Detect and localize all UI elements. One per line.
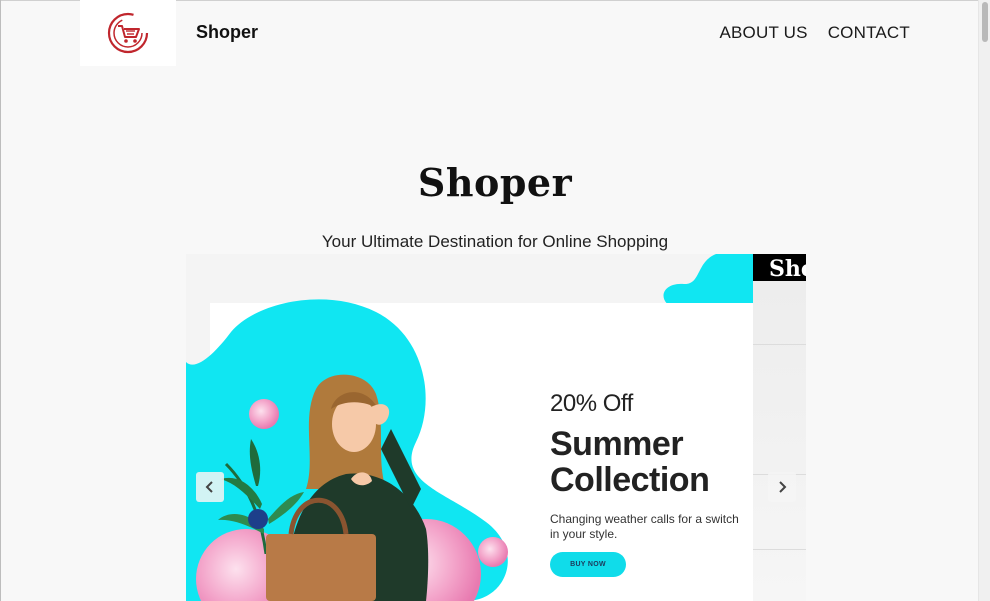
logo-link[interactable] [80, 0, 176, 66]
navbar: Shoper ABOUT US CONTACT [80, 0, 920, 66]
scrollbar-thumb[interactable] [982, 2, 988, 42]
chevron-right-icon [779, 481, 787, 493]
chevron-left-icon [205, 481, 213, 493]
window-left-border [0, 0, 1, 601]
nav-contact[interactable]: CONTACT [828, 23, 910, 43]
shopping-cart-logo-icon [107, 12, 149, 54]
promo-carousel[interactable]: 20% Off Summer Collection Changing weath… [186, 254, 806, 601]
promo-headline-line1: Summer [550, 425, 684, 463]
buy-now-button[interactable]: BUY NOW [550, 552, 626, 577]
promo-headline-line2: Collection [550, 461, 710, 499]
hero-title: Shoper [417, 160, 573, 205]
decorative-blob-top [663, 254, 753, 309]
promo-discount: 20% Off [550, 390, 633, 417]
nav-about-us[interactable]: ABOUT US [719, 23, 807, 43]
page-scrollbar[interactable] [978, 0, 990, 601]
carousel-prev-button[interactable] [196, 472, 224, 502]
promo-tagline: Changing weather calls for a switch in y… [550, 512, 739, 541]
next-slide-banner: She [753, 254, 806, 281]
hero-subtitle: Your Ultimate Destination for Online Sho… [321, 232, 669, 251]
brand-name[interactable]: Shoper [196, 22, 258, 43]
promo-headline: Summer Collection [550, 426, 750, 498]
carousel-slide-summer-collection[interactable]: 20% Off Summer Collection Changing weath… [186, 254, 753, 601]
promo-text: 20% Off Summer Collection Changing weath… [550, 390, 750, 542]
carousel-next-button[interactable] [768, 472, 796, 502]
woman-shopping-illustration [266, 374, 429, 601]
nav-links: ABOUT US CONTACT [719, 23, 910, 43]
carousel-slide-next-peek[interactable]: She [753, 254, 806, 601]
divider [753, 344, 806, 345]
divider [753, 549, 806, 550]
